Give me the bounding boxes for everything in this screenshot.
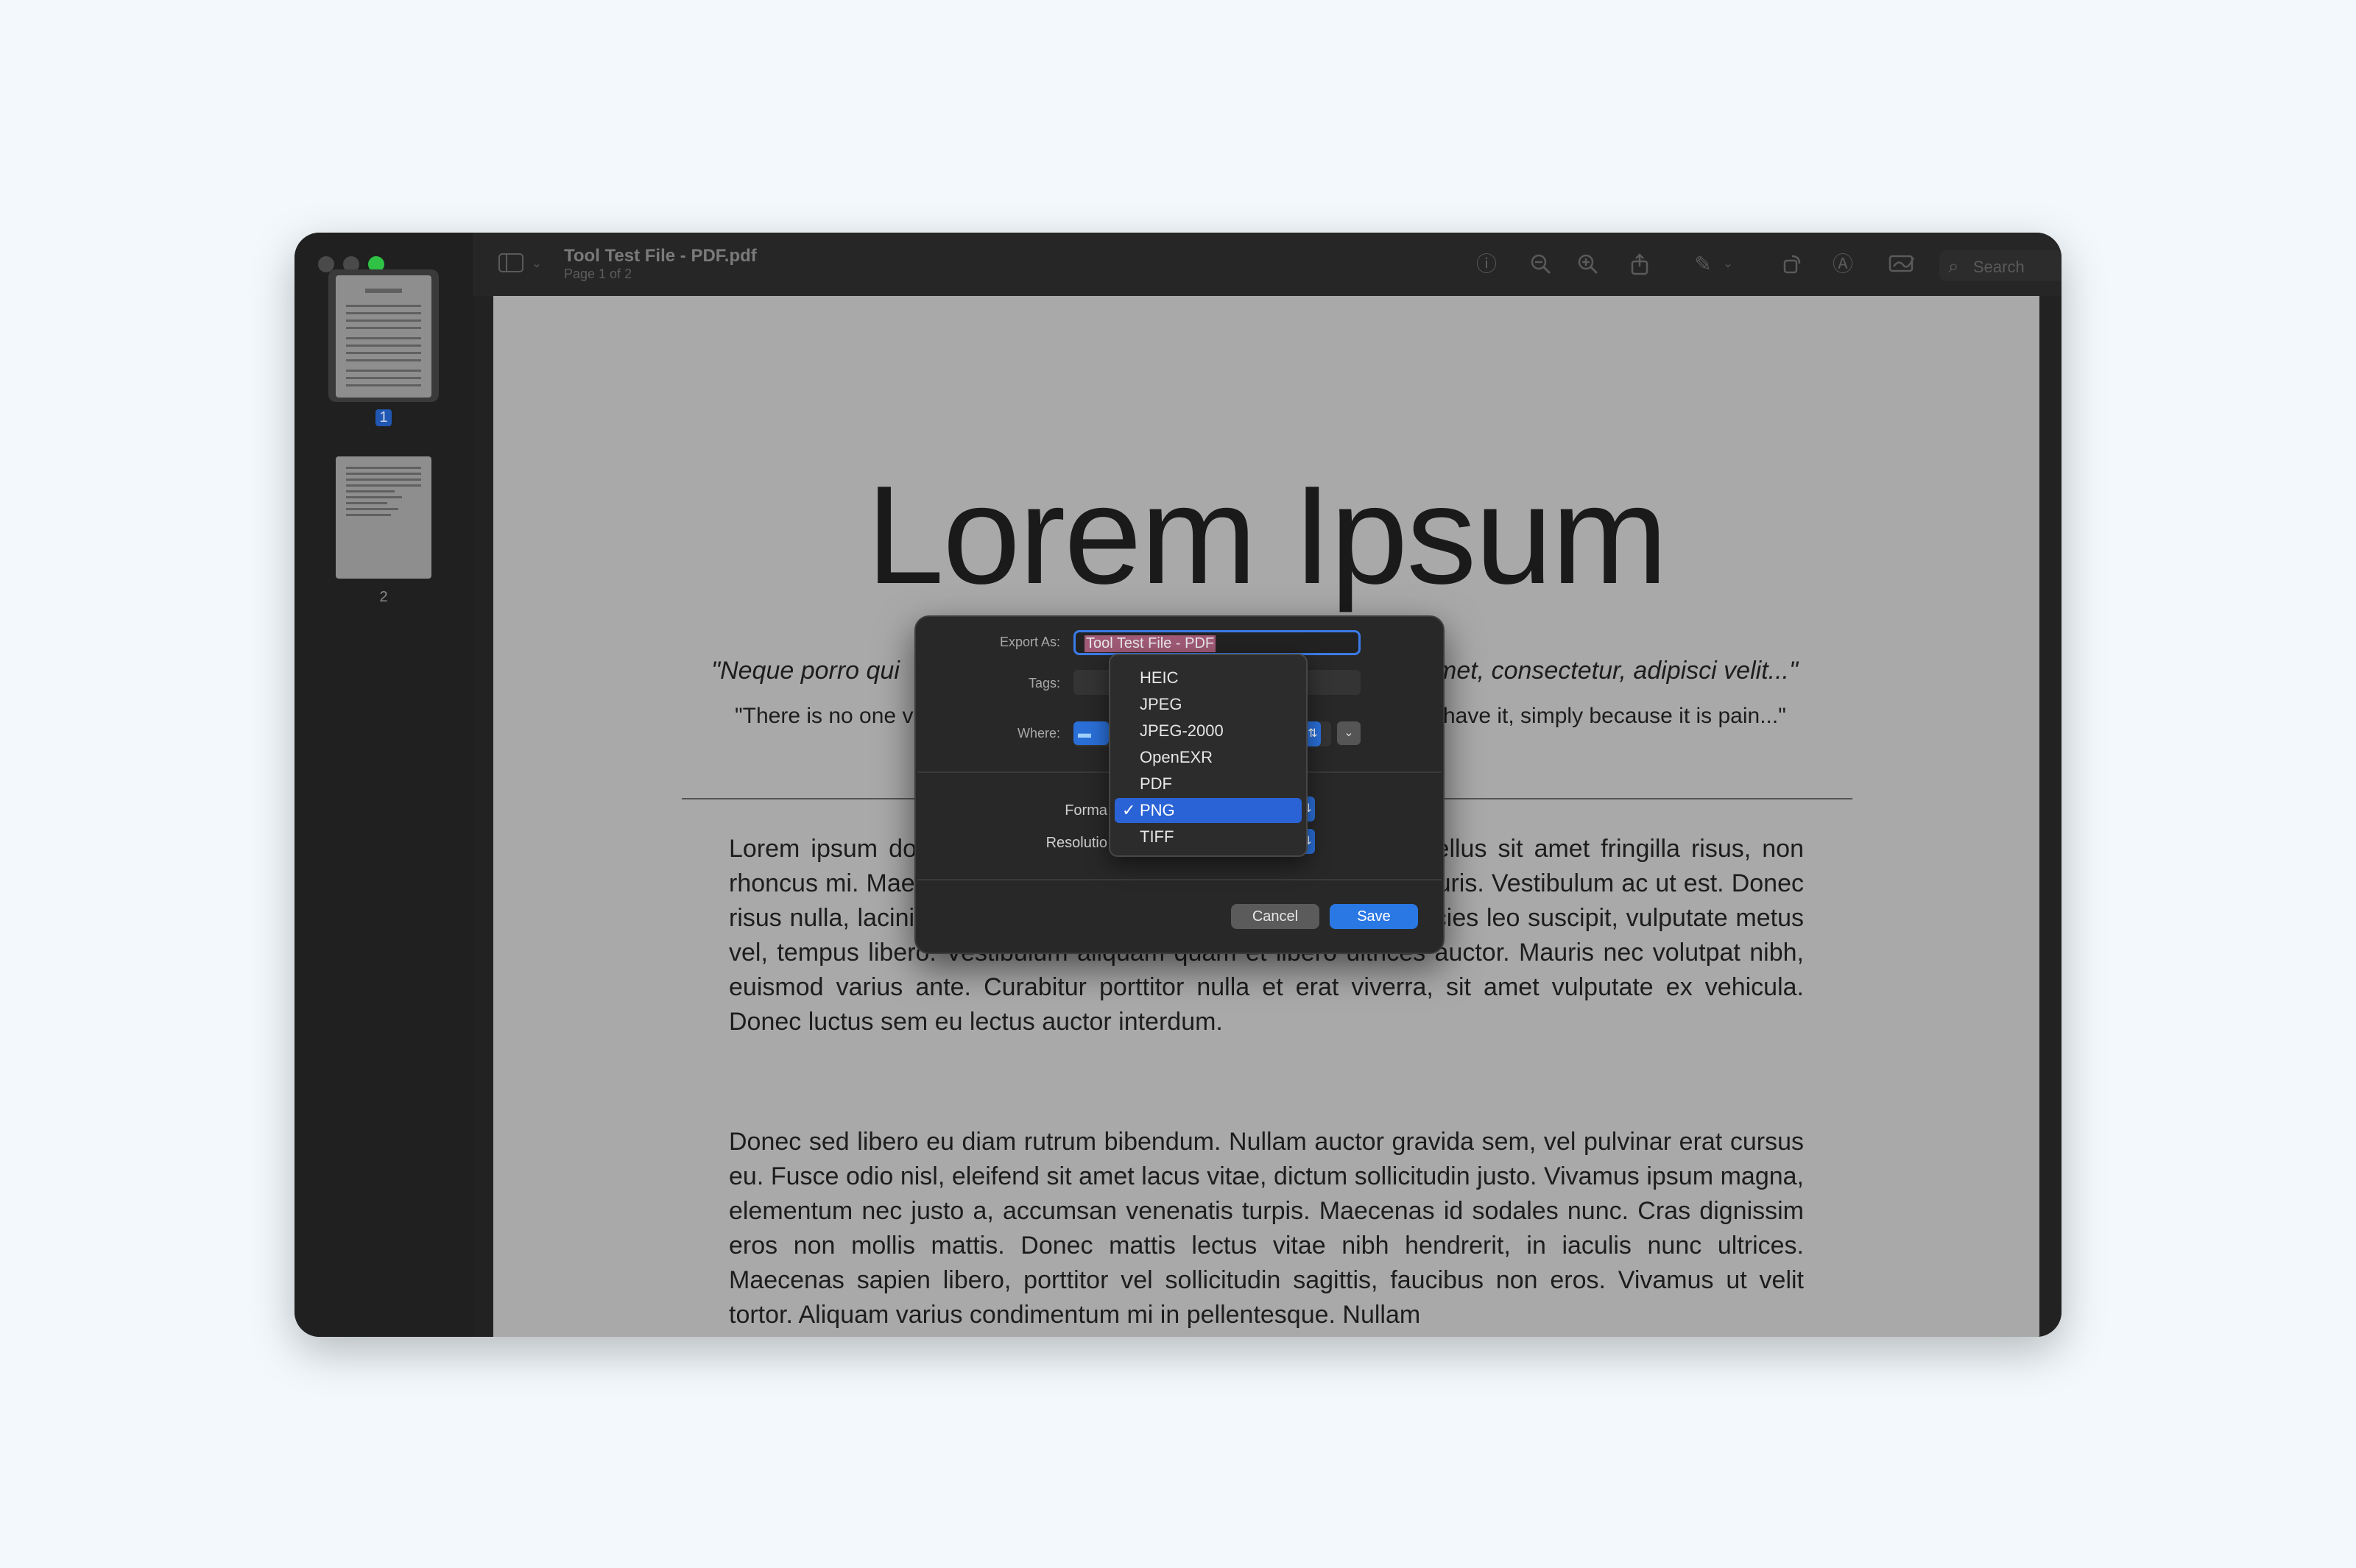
checkmark-icon: ✓ [1122,801,1136,819]
export-as-value: Tool Test File - PDF [1084,635,1216,652]
paragraph-2: Donec sed libero eu diam rutrum bibendum… [729,1128,1804,1329]
format-label: Forma [1065,802,1107,819]
cancel-button[interactable]: Cancel [1231,904,1319,929]
export-as-label: Export As: [999,635,1060,649]
page-number-2: 2 [379,589,388,605]
menu-item-label: OpenEXR [1140,748,1213,766]
quote-right: met, consectetur, adipisci velit..." [1436,657,1799,685]
document-page-count: Page 1 of 2 [564,266,632,281]
search-field[interactable]: ⌕ Search [1939,250,2062,281]
zoom-in-icon[interactable] [1577,253,1599,275]
tags-label: Tags: [1028,676,1060,691]
menu-item-label: JPEG [1140,695,1182,713]
thumbnail-sidebar: 1 2 [294,233,474,1337]
toolbar: ⌄ Tool Test File - PDF.pdf Page 1 of 2 ⓘ… [473,233,2062,296]
info-icon[interactable]: ⓘ [1475,253,1498,275]
resolution-label: Resolutio [1045,835,1107,851]
menu-item-label: TIFF [1140,827,1174,846]
menu-item-png[interactable]: ✓ PNG [1115,798,1302,823]
chevron-down-icon[interactable]: ⌄ [1717,253,1739,275]
menu-item-pdf[interactable]: PDF [1115,771,1302,797]
menu-item-jpeg[interactable]: JPEG [1115,692,1302,717]
where-label: Where: [1017,726,1060,741]
quote-left: "Neque porro qui [711,657,900,685]
markup-pen-icon[interactable]: ✎ [1692,253,1714,275]
document-title: Tool Test File - PDF.pdf [564,246,757,266]
share-icon[interactable] [1629,253,1651,275]
folder-icon: ▬ [1073,721,1109,745]
page-thumbnail-1[interactable] [336,275,431,398]
menu-item-label: JPEG-2000 [1140,721,1224,740]
rotate-icon[interactable] [1782,253,1804,275]
sidebar-toggle-icon[interactable] [498,253,524,275]
search-icon: ⌕ [1948,255,1959,277]
menu-item-tiff[interactable]: TIFF [1115,824,1302,850]
document-heading: Lorem Ipsum [866,457,1668,613]
menu-item-openexr[interactable]: OpenEXR [1115,745,1302,770]
save-button[interactable]: Save [1330,904,1418,929]
menu-item-label: PDF [1140,774,1172,793]
dialog-divider [917,879,1442,880]
export-as-field[interactable]: Tool Test File - PDF [1073,630,1361,655]
markup-circle-icon[interactable]: Ⓐ [1832,253,1854,275]
page-number-1: 1 [375,409,392,426]
menu-item-label: PNG [1140,801,1175,819]
zoom-out-icon[interactable] [1530,253,1552,275]
menu-item-label: HEIC [1140,668,1179,687]
quote2-right: have it, simply because it is pain..." [1443,704,1786,728]
search-placeholder: Search [1973,258,2025,276]
signature-icon[interactable] [1888,253,1917,275]
expand-chevron-icon[interactable]: ⌄ [1337,721,1361,745]
menu-item-jpeg-2000[interactable]: JPEG-2000 [1115,718,1302,744]
format-popup-menu: HEIC JPEG JPEG-2000 OpenEXR PDF ✓ PNG TI… [1109,654,1308,857]
quote2-left: "There is no one v [735,704,914,728]
page-thumbnail-2[interactable] [336,456,431,579]
chevron-down-icon[interactable]: ⌄ [526,253,548,275]
menu-item-heic[interactable]: HEIC [1115,665,1302,691]
